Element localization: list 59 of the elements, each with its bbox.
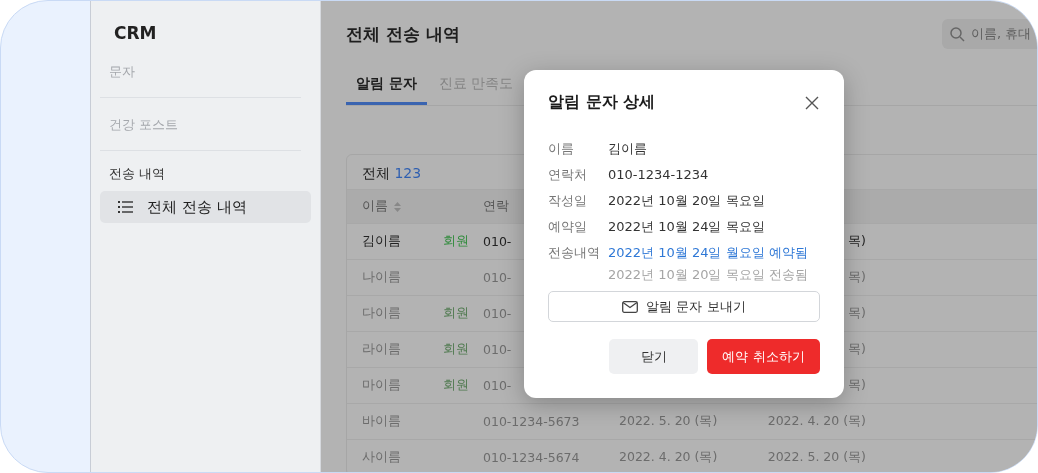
date-cell: 목) (848, 377, 866, 394)
field-value: 010-1234-1234 (608, 166, 709, 184)
date-cell: 목) (848, 233, 866, 250)
name-cell: 사이름 (362, 449, 401, 466)
sidebar-item[interactable]: 문자 (100, 55, 301, 98)
search-icon (950, 26, 965, 42)
name-cell: 라이름 (362, 341, 401, 358)
date-cell: 2022. 4. 20 (목) (767, 413, 866, 430)
date-cell: 목) (848, 269, 866, 286)
dialog-title: 알림 문자 상세 (548, 92, 656, 113)
close-icon[interactable] (804, 94, 820, 111)
name-cell: 마이름 (362, 377, 401, 394)
phone-cell: 010- (483, 234, 512, 249)
field-label: 전송내역 (548, 244, 601, 262)
table-row[interactable]: 사이름 010-1234-5674 2022. 4. 20 (목) 2022. 5. 20 (목) (347, 439, 1037, 472)
phone-cell: 010-1234-5673 (483, 414, 580, 429)
phone-cell: 010-1234-5674 (483, 450, 580, 465)
member-tag: 회원 (443, 341, 469, 358)
field-value: 2022년 10월 24일 월요일 예약됨 (608, 244, 808, 262)
total-count: 전체 123 (362, 165, 422, 183)
phone-cell: 010- (483, 306, 512, 321)
brand-title: CRM (114, 23, 158, 43)
field-label: 작성일 (548, 192, 588, 210)
name-cell: 바이름 (362, 413, 401, 430)
phone-cell: 010- (483, 342, 512, 357)
field-value: 2022년 10월 20일 목요일 전송됨 (608, 266, 808, 284)
date-cell: 2022. 5. 20 (목) (619, 413, 718, 430)
name-cell: 나이름 (362, 269, 401, 286)
sidebar-heading: 전송 내역 (108, 165, 167, 183)
date-cell: 2022. 4. 20 (목) (619, 449, 718, 466)
date-cell: 목) (848, 341, 866, 358)
field-value: 김이름 (608, 140, 647, 158)
field-label: 연락처 (548, 166, 588, 184)
member-tag: 회원 (443, 233, 469, 250)
sidebar-item[interactable]: 전체 전송 내역 (100, 191, 311, 223)
page-title: 전체 전송 내역 (346, 22, 460, 46)
cancel-reservation-button[interactable]: 예약 취소하기 (707, 339, 820, 374)
list-icon (118, 201, 133, 213)
name-cell: 김이름 (362, 233, 401, 250)
table-row[interactable]: 바이름 010-1234-5673 2022. 5. 20 (목) 2022. 4. 20 (목) (347, 403, 1037, 439)
phone-cell: 010- (483, 378, 512, 393)
send-message-button[interactable]: 알림 문자 보내기 (548, 291, 820, 322)
column-header[interactable]: 이름 (362, 198, 388, 215)
search-field[interactable]: 이름, 휴대 (942, 19, 1037, 49)
mail-icon (622, 300, 639, 313)
tab[interactable]: 알림 문자 (346, 67, 427, 105)
close-button[interactable]: 닫기 (609, 339, 698, 374)
sidebar-item[interactable]: 건강 포스트 (100, 108, 301, 151)
date-cell: 2022. 5. 20 (목) (767, 449, 866, 466)
member-tag: 회원 (443, 305, 469, 322)
field-value: 2022년 10월 20일 목요일 (608, 192, 765, 210)
field-label: 예약일 (548, 218, 588, 236)
column-header: 연락 (483, 198, 509, 215)
member-tag: 회원 (443, 377, 469, 394)
date-cell: 목) (848, 305, 866, 322)
phone-cell: 010- (483, 270, 512, 285)
field-value: 2022년 10월 24일 목요일 (608, 218, 765, 236)
field-label: 이름 (548, 140, 575, 158)
name-cell: 다이름 (362, 305, 401, 322)
